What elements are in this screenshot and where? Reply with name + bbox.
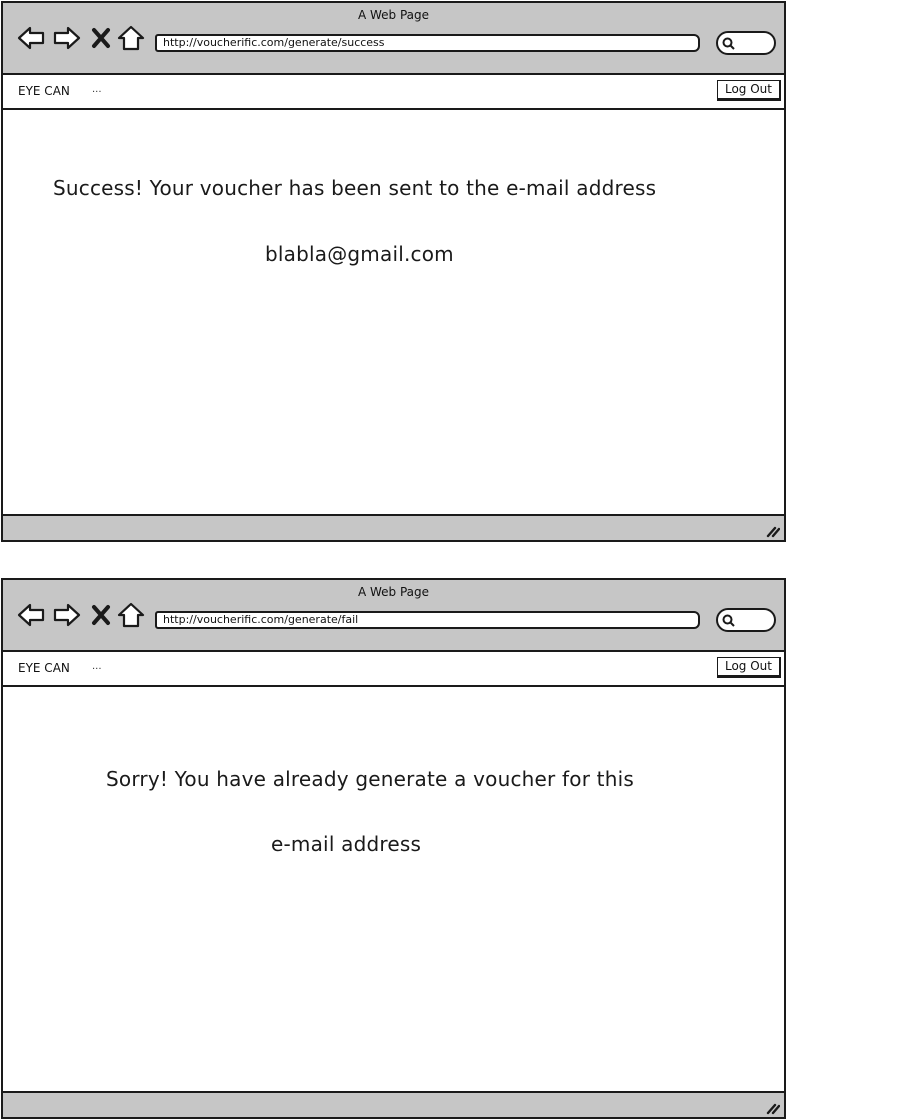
menu-more[interactable]: ... [92, 84, 102, 95]
email-address: blabla@gmail.com [265, 242, 454, 266]
search-icon [722, 37, 735, 50]
resize-grip-icon[interactable] [764, 1099, 781, 1115]
log-out-button[interactable]: Log Out [717, 80, 781, 101]
search-icon [722, 614, 735, 627]
site-menubar: EYE CAN ... Log Out [3, 75, 784, 110]
search-button[interactable] [716, 31, 776, 55]
back-arrow-icon[interactable] [17, 25, 45, 51]
back-arrow-icon[interactable] [17, 602, 45, 628]
home-icon[interactable] [117, 25, 145, 51]
browser-window-fail: A Web Page http://voucherific.com/genera… [1, 578, 786, 1119]
site-menubar: EYE CAN ... Log Out [3, 652, 784, 687]
log-out-button[interactable]: Log Out [717, 657, 781, 678]
forward-arrow-icon[interactable] [53, 25, 81, 51]
error-message: Sorry! You have already generate a vouch… [106, 767, 634, 791]
status-bar [3, 514, 784, 540]
page-content: Success! Your voucher has been sent to t… [3, 110, 784, 514]
menu-more[interactable]: ... [92, 661, 102, 672]
status-bar [3, 1091, 784, 1117]
close-icon[interactable] [89, 602, 113, 628]
page-content: Sorry! You have already generate a vouch… [3, 687, 784, 1091]
brand-link[interactable]: EYE CAN [18, 661, 70, 675]
search-button[interactable] [716, 608, 776, 632]
resize-grip-icon[interactable] [764, 522, 781, 538]
window-title: A Web Page [357, 585, 430, 599]
address-bar[interactable]: http://voucherific.com/generate/fail [155, 611, 700, 629]
error-message-continued: e-mail address [271, 832, 422, 856]
browser-window-success: A Web Page http://voucherific.com/genera… [1, 1, 786, 542]
home-icon[interactable] [117, 602, 145, 628]
success-message: Success! Your voucher has been sent to t… [53, 176, 657, 200]
close-icon[interactable] [89, 25, 113, 51]
window-title: A Web Page [357, 8, 430, 22]
browser-toolbar: A Web Page http://voucherific.com/genera… [3, 3, 784, 75]
brand-link[interactable]: EYE CAN [18, 84, 70, 98]
forward-arrow-icon[interactable] [53, 602, 81, 628]
address-bar[interactable]: http://voucherific.com/generate/success [155, 34, 700, 52]
browser-toolbar: A Web Page http://voucherific.com/genera… [3, 580, 784, 652]
